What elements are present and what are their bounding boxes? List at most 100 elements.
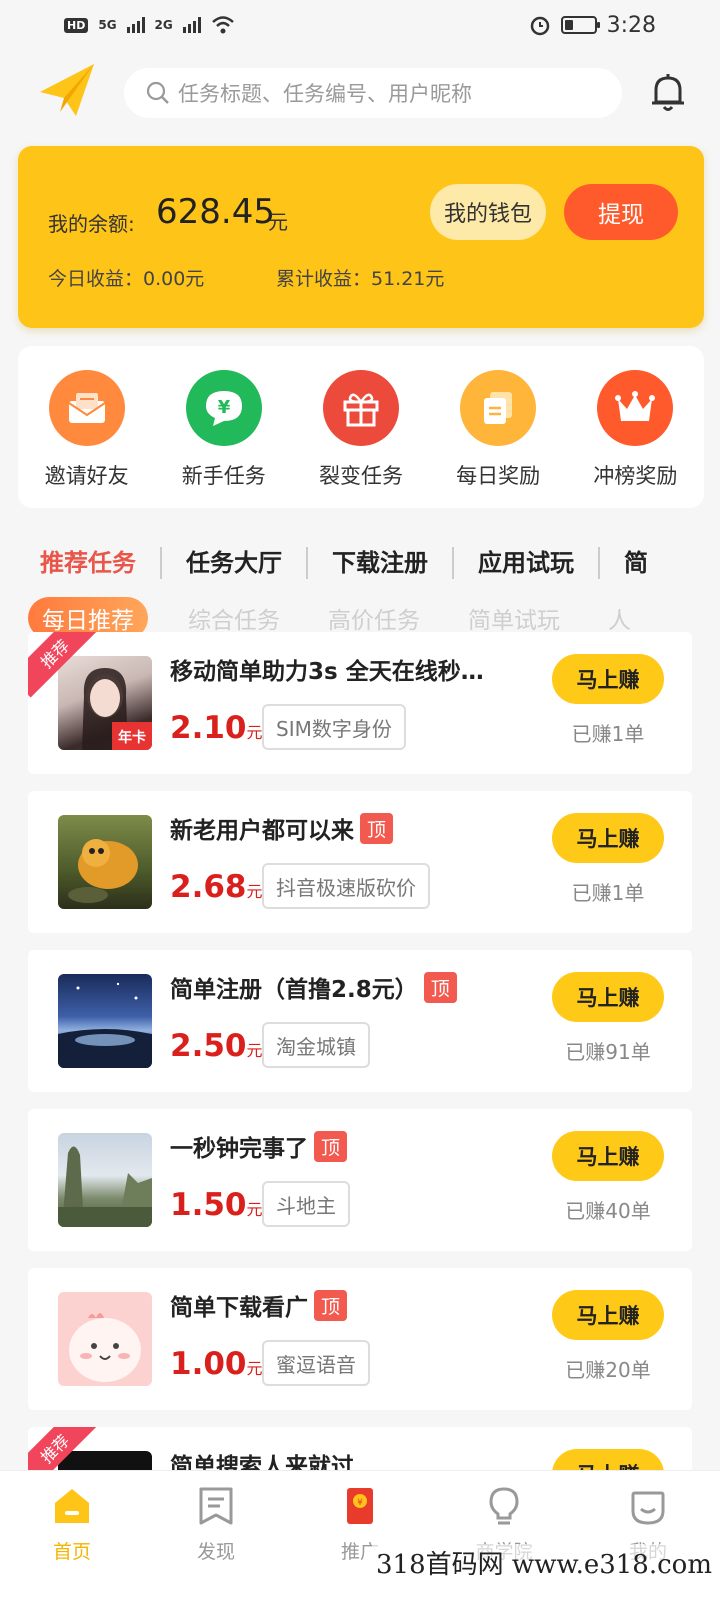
svg-text:¥: ¥ — [218, 397, 231, 418]
pinned-tag: 顶 — [314, 1131, 348, 1162]
earn-now-button[interactable]: 马上赚 — [552, 1290, 664, 1340]
task-app-tag: 抖音极速版砍价 — [262, 863, 430, 909]
task-app-tag: SIM数字身份 — [262, 704, 406, 750]
task-card[interactable]: 新老用户都可以来顶 2.68元 抖音极速版砍价 马上赚 已赚1单 — [28, 791, 692, 933]
balance-label: 我的余额: — [48, 212, 135, 236]
search-placeholder: 任务标题、任务编号、用户昵称 — [178, 82, 472, 106]
signal-icon-2 — [182, 17, 201, 33]
task-title: 一秒钟完事了顶 — [170, 1129, 520, 1163]
vip-badge: 年卡 — [118, 729, 146, 746]
task-card[interactable]: 一秒钟完事了顶 1.50元 斗地主 马上赚 已赚40单 — [28, 1109, 692, 1251]
total-earnings: 累计收益：51.21元 — [276, 268, 445, 290]
task-price: 2.68元 — [170, 869, 263, 905]
task-app-tag: 斗地主 — [262, 1181, 350, 1227]
subtab-simple-trial[interactable]: 简单试玩 — [468, 601, 560, 635]
quick-newbie-tasks[interactable]: ¥ 新手任务 — [164, 370, 284, 508]
earn-now-button[interactable]: 马上赚 — [552, 813, 664, 863]
network-2g-label: 2G — [154, 18, 173, 32]
nav-home[interactable]: 首页 — [22, 1485, 122, 1600]
task-thumbnail: 年卡 — [58, 656, 152, 750]
balance-card: 我的余额: 628.45 元 我的钱包 提现 今日收益：0.00元 累计收益：5… — [18, 146, 704, 328]
tab-app-trial[interactable]: 应用试玩 — [452, 547, 598, 579]
tab-simple[interactable]: 简 — [598, 547, 672, 579]
note-icon — [199, 1487, 233, 1525]
crown-icon — [597, 370, 674, 446]
pinned-tag: 顶 — [423, 972, 457, 1003]
cards-icon — [460, 370, 537, 446]
earn-now-button[interactable]: 马上赚 — [552, 654, 664, 704]
search-icon — [146, 81, 169, 104]
task-title: 简单注册（首撸2.8元）顶 — [170, 970, 520, 1004]
nav-promote[interactable]: ¥ 推广 — [310, 1485, 410, 1600]
tab-download-register[interactable]: 下载注册 — [306, 547, 452, 579]
bell-icon[interactable] — [650, 72, 686, 112]
alarm-icon — [530, 16, 549, 36]
task-price: 1.50元 — [170, 1187, 263, 1223]
task-title: 简单下载看广顶 — [170, 1288, 520, 1322]
clock-time: 3:28 — [606, 12, 656, 38]
nav-label: 首页 — [52, 1541, 91, 1563]
yuan-chat-icon: ¥ — [185, 370, 262, 446]
quick-daily-reward[interactable]: 每日奖励 — [438, 370, 558, 508]
today-earnings: 今日收益：0.00元 — [48, 268, 205, 290]
subtab-people[interactable]: 人 — [608, 601, 631, 635]
earned-count: 已赚1单 — [571, 722, 645, 746]
earn-now-button[interactable]: 马上赚 — [552, 1131, 664, 1181]
task-thumbnail — [58, 815, 152, 909]
earned-count: 已赚91单 — [565, 1040, 651, 1064]
status-bar: HD 5G 2G 3:28 — [0, 0, 720, 50]
task-title: 新老用户都可以来顶 — [170, 811, 520, 845]
subtab-general[interactable]: 综合任务 — [188, 601, 280, 635]
task-card[interactable]: 年卡 推荐 移动简单助力3s 全天在线秒… 2.10元 SIM数字身份 马上赚 … — [28, 632, 692, 774]
my-wallet-button[interactable]: 我的钱包 — [430, 184, 546, 240]
nav-academy[interactable]: 商学院 — [454, 1485, 554, 1600]
task-app-tag: 淘金城镇 — [262, 1022, 370, 1068]
task-thumbnail — [58, 1133, 152, 1227]
category-tabs: 推荐任务 任务大厅 下载注册 应用试玩 简 — [0, 536, 720, 590]
earned-count: 已赚40单 — [565, 1199, 651, 1223]
site-watermark: 318首码网 www.e318.com — [372, 1544, 716, 1581]
task-thumbnail — [58, 974, 152, 1068]
pinned-tag: 顶 — [360, 813, 394, 844]
svg-text:¥: ¥ — [357, 1498, 363, 1508]
quick-invite-friends[interactable]: 邀请好友 — [27, 370, 147, 508]
paper-plane-logo-icon — [40, 64, 94, 116]
envelope-icon: ¥ — [347, 1488, 373, 1524]
network-5g-label: 5G — [98, 18, 117, 32]
pinned-tag: 顶 — [314, 1290, 348, 1321]
tab-task-hall[interactable]: 任务大厅 — [160, 547, 306, 579]
balance-value: 628.45 — [156, 192, 275, 232]
task-price: 2.50元 — [170, 1028, 263, 1064]
withdraw-button[interactable]: 提现 — [564, 184, 678, 240]
task-title: 移动简单助力3s 全天在线秒… — [170, 659, 484, 685]
quick-entry-grid: 邀请好友 ¥ 新手任务 裂变任务 每日奖励 冲榜奖励 — [18, 346, 704, 508]
hd-indicator: HD — [64, 17, 89, 33]
task-card[interactable]: 简单下载看广顶 1.00元 蜜逗语音 马上赚 已赚20单 — [28, 1268, 692, 1410]
wifi-icon — [211, 16, 234, 34]
nav-mine[interactable]: 我的 — [598, 1485, 698, 1600]
quick-label: 新手任务 — [181, 464, 266, 488]
battery-icon — [560, 16, 600, 34]
task-thumbnail — [58, 1292, 152, 1386]
task-price: 1.00元 — [170, 1346, 263, 1382]
bulb-icon — [489, 1487, 519, 1525]
task-card[interactable]: 简单注册（首撸2.8元）顶 2.50元 淘金城镇 马上赚 已赚91单 — [28, 950, 692, 1092]
nav-discover[interactable]: 发现 — [166, 1485, 266, 1600]
quick-label: 每日奖励 — [456, 464, 541, 488]
balance-unit: 元 — [268, 210, 288, 234]
quick-fission-tasks[interactable]: 裂变任务 — [301, 370, 421, 508]
earned-count: 已赚20单 — [565, 1358, 651, 1382]
subtab-high-price[interactable]: 高价任务 — [328, 601, 420, 635]
task-app-tag: 蜜逗语音 — [262, 1340, 370, 1386]
quick-label: 邀请好友 — [44, 464, 129, 488]
mail-icon — [48, 370, 125, 446]
task-price: 2.10元 — [170, 710, 263, 746]
quick-ranking-reward[interactable]: 冲榜奖励 — [575, 370, 695, 508]
signal-icon — [126, 17, 145, 33]
earn-now-button[interactable]: 马上赚 — [552, 972, 664, 1022]
gift-icon — [322, 370, 399, 446]
tab-recommended[interactable]: 推荐任务 — [40, 547, 160, 579]
quick-label: 裂变任务 — [318, 464, 403, 488]
nav-label: 发现 — [196, 1541, 235, 1563]
search-bar[interactable]: 任务标题、任务编号、用户昵称 — [124, 68, 622, 118]
